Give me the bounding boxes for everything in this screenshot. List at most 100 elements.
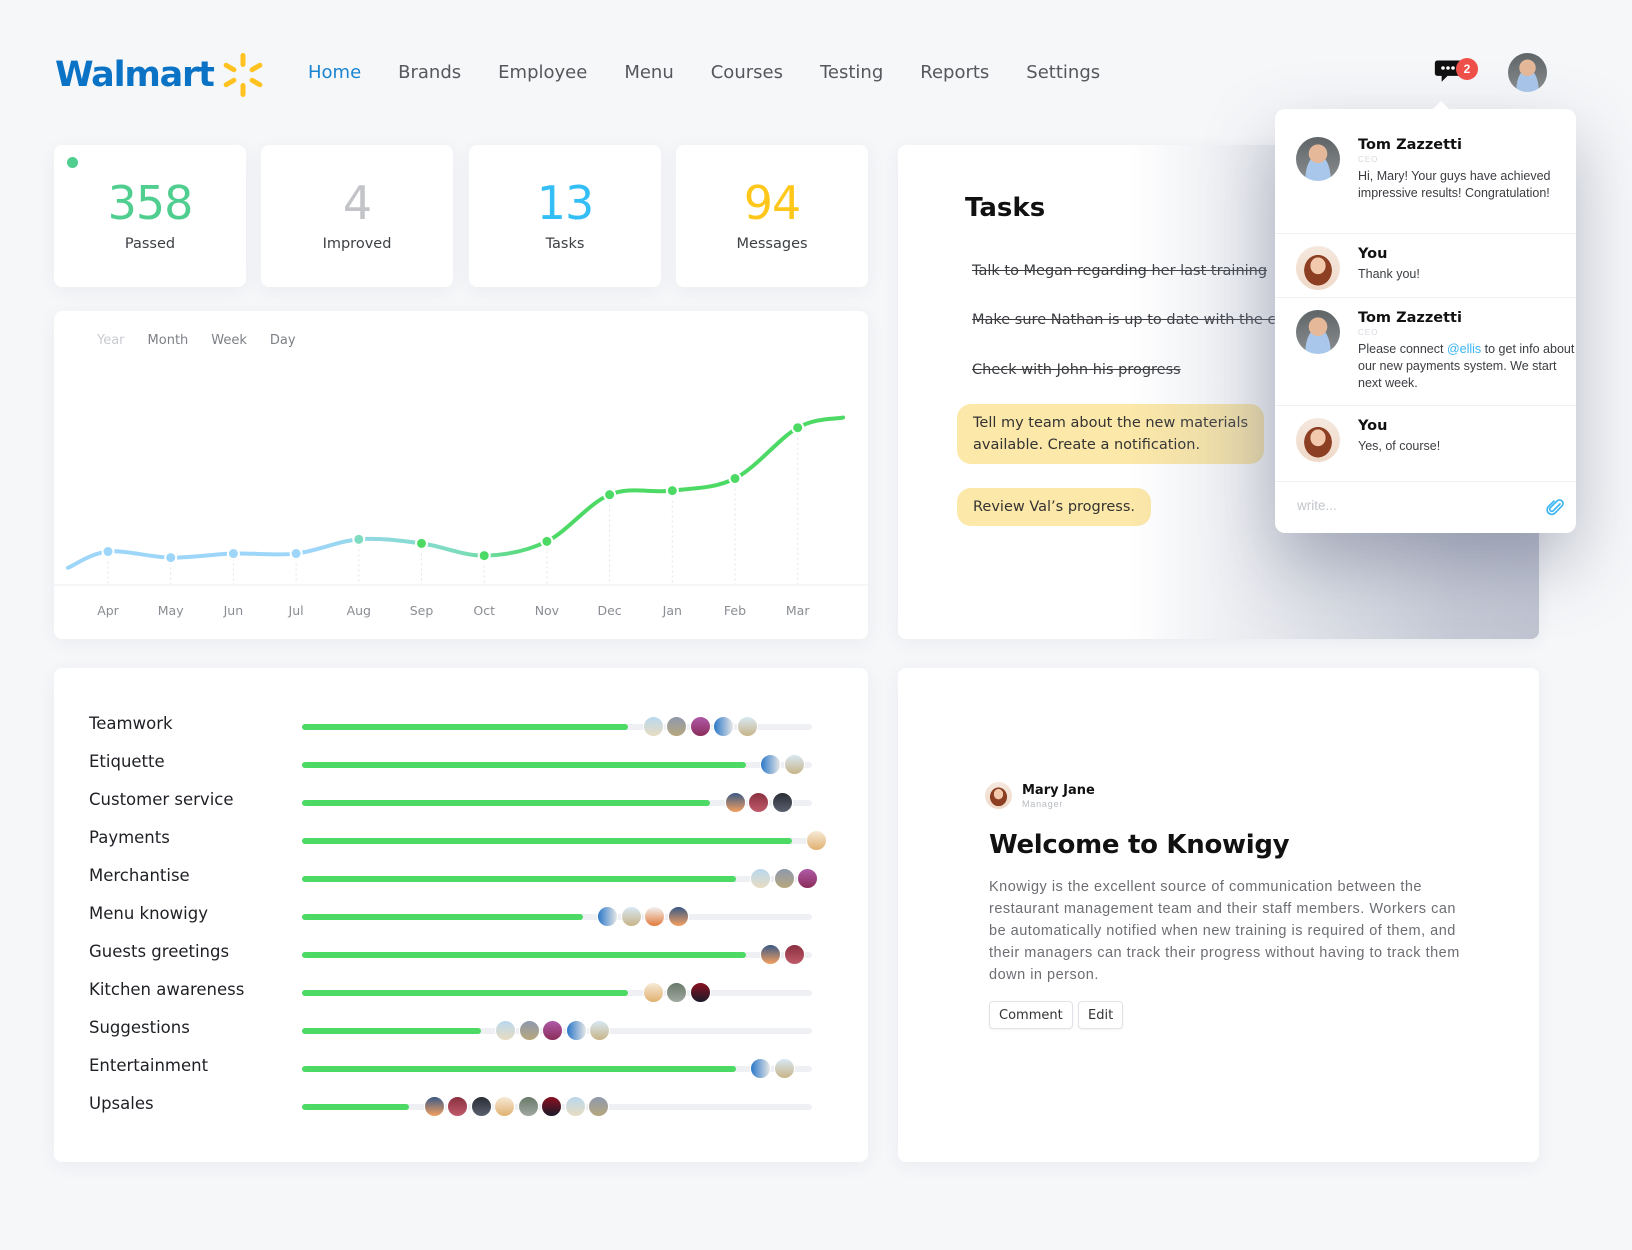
employee-avatar[interactable]	[760, 754, 782, 775]
employee-avatar[interactable]	[588, 1096, 610, 1117]
chat-message-input[interactable]	[1297, 498, 1527, 513]
skill-row[interactable]: Menu knowigy	[89, 904, 834, 928]
mention-link[interactable]: @ellis	[1447, 342, 1481, 356]
employee-avatar[interactable]	[773, 1058, 795, 1079]
data-point-jun[interactable]	[228, 549, 238, 559]
employee-avatar[interactable]	[760, 944, 782, 965]
stat-card-improved[interactable]: 4 Improved	[261, 145, 453, 287]
nav-home[interactable]: Home	[308, 62, 361, 83]
task-item-pending[interactable]: Tell my team about the new materials avai…	[957, 404, 1265, 464]
chat-message[interactable]: You Yes, of course!	[1275, 406, 1576, 482]
skill-row[interactable]: Kitchen awareness	[89, 980, 834, 1004]
employee-avatar[interactable]	[806, 830, 828, 851]
skill-row[interactable]: Merchantise	[89, 866, 834, 890]
employee-avatar[interactable]	[750, 868, 771, 889]
skill-row[interactable]: Teamwork	[89, 714, 834, 738]
data-point-sep[interactable]	[417, 538, 426, 548]
data-point-mar[interactable]	[793, 423, 803, 433]
edit-button[interactable]: Edit	[1078, 1001, 1124, 1029]
employee-avatar[interactable]	[494, 1096, 516, 1117]
skill-avatars	[758, 944, 805, 965]
employee-avatar[interactable]	[644, 906, 665, 927]
comment-button[interactable]: Comment	[989, 1001, 1073, 1029]
employee-avatar[interactable]	[423, 1096, 445, 1117]
skill-progress-fill	[302, 1028, 481, 1034]
stat-card-messages[interactable]: 94 Messages	[676, 145, 868, 287]
nav-courses[interactable]: Courses	[711, 62, 783, 83]
stat-card-passed[interactable]: 358 Passed	[54, 145, 246, 287]
employee-avatar[interactable]	[620, 906, 642, 927]
stat-value: 358	[107, 176, 194, 230]
employee-avatar[interactable]	[783, 944, 805, 965]
stat-card-tasks[interactable]: 13 Tasks	[469, 145, 661, 287]
user-avatar[interactable]	[1508, 53, 1547, 92]
nav-employee[interactable]: Employee	[498, 62, 587, 83]
nav-menu[interactable]: Menu	[624, 62, 673, 83]
data-point-apr[interactable]	[103, 547, 113, 557]
nav-reports[interactable]: Reports	[920, 62, 989, 83]
employee-avatar[interactable]	[517, 1096, 539, 1117]
data-point-dec[interactable]	[605, 490, 615, 500]
employee-avatar[interactable]	[666, 716, 688, 737]
task-item-pending[interactable]: Review Val’s progress.	[957, 488, 1152, 526]
employee-avatar[interactable]	[565, 1020, 587, 1041]
employee-avatar[interactable]	[771, 792, 793, 813]
employee-avatar[interactable]	[589, 1020, 610, 1041]
skill-row[interactable]: Entertainment	[89, 1056, 834, 1080]
data-point-oct[interactable]	[479, 551, 489, 561]
employee-avatar[interactable]	[447, 1096, 469, 1117]
nav-settings[interactable]: Settings	[1026, 62, 1100, 83]
notification-badge: 2	[1456, 58, 1478, 80]
skill-label: Teamwork	[89, 714, 173, 733]
data-point-nov[interactable]	[542, 536, 552, 546]
stat-value: 13	[536, 176, 595, 230]
task-item-done[interactable]: Talk to Megan regarding her last trainin…	[972, 263, 1267, 279]
skill-progress-track	[302, 754, 812, 775]
employee-avatar[interactable]	[542, 1020, 563, 1041]
employee-avatar[interactable]	[724, 792, 746, 813]
employee-avatar[interactable]	[470, 1096, 492, 1117]
data-point-jan[interactable]	[667, 486, 677, 496]
employee-avatar[interactable]	[666, 982, 688, 1003]
nav-testing[interactable]: Testing	[820, 62, 883, 83]
skill-row[interactable]: Suggestions	[89, 1018, 834, 1042]
skill-row[interactable]: Upsales	[89, 1094, 834, 1118]
skill-progress-fill	[302, 838, 792, 844]
walmart-logo[interactable]: Walmart	[55, 50, 266, 100]
message-text: Yes, of course!	[1358, 439, 1441, 453]
paperclip-icon[interactable]	[1545, 497, 1565, 517]
employee-avatar[interactable]	[748, 792, 769, 813]
status-dot	[67, 157, 78, 168]
skill-label: Suggestions	[89, 1018, 190, 1037]
task-item-done[interactable]: Check with John his progress	[972, 362, 1181, 378]
employee-avatar[interactable]	[773, 868, 795, 889]
employee-avatar[interactable]	[689, 982, 711, 1003]
nav-brands[interactable]: Brands	[398, 62, 461, 83]
employee-avatar[interactable]	[642, 716, 664, 737]
chat-message[interactable]: Tom Zazzetti CEO Hi, Mary! Your guys have …	[1275, 109, 1576, 234]
skill-row[interactable]: Etiquette	[89, 752, 834, 776]
skill-row[interactable]: Guests greetings	[89, 942, 834, 966]
chat-message[interactable]: You Thank you!	[1275, 234, 1576, 298]
data-point-jul[interactable]	[291, 549, 301, 559]
employee-avatar[interactable]	[518, 1020, 540, 1041]
data-point-aug[interactable]	[354, 534, 364, 544]
skill-row[interactable]: Customer service	[89, 790, 834, 814]
employee-avatar[interactable]	[495, 1020, 516, 1041]
employee-avatar[interactable]	[736, 716, 758, 737]
employee-avatar[interactable]	[750, 1058, 771, 1079]
employee-avatar[interactable]	[797, 868, 818, 889]
employee-avatar[interactable]	[642, 982, 664, 1003]
employee-avatar[interactable]	[564, 1096, 586, 1117]
skill-row[interactable]: Payments	[89, 828, 834, 852]
employee-avatar[interactable]	[667, 906, 689, 927]
chat-message[interactable]: Tom Zazzetti CEO Please connect @ellis to …	[1275, 298, 1576, 406]
data-point-feb[interactable]	[730, 473, 740, 483]
employee-avatar[interactable]	[713, 716, 735, 737]
employee-avatar[interactable]	[597, 906, 618, 927]
employee-avatar[interactable]	[783, 754, 805, 775]
employee-avatar[interactable]	[689, 716, 711, 737]
employee-avatar[interactable]	[541, 1096, 563, 1117]
post-author[interactable]: Mary Jane Manager	[985, 782, 1095, 809]
data-point-may[interactable]	[166, 553, 176, 563]
